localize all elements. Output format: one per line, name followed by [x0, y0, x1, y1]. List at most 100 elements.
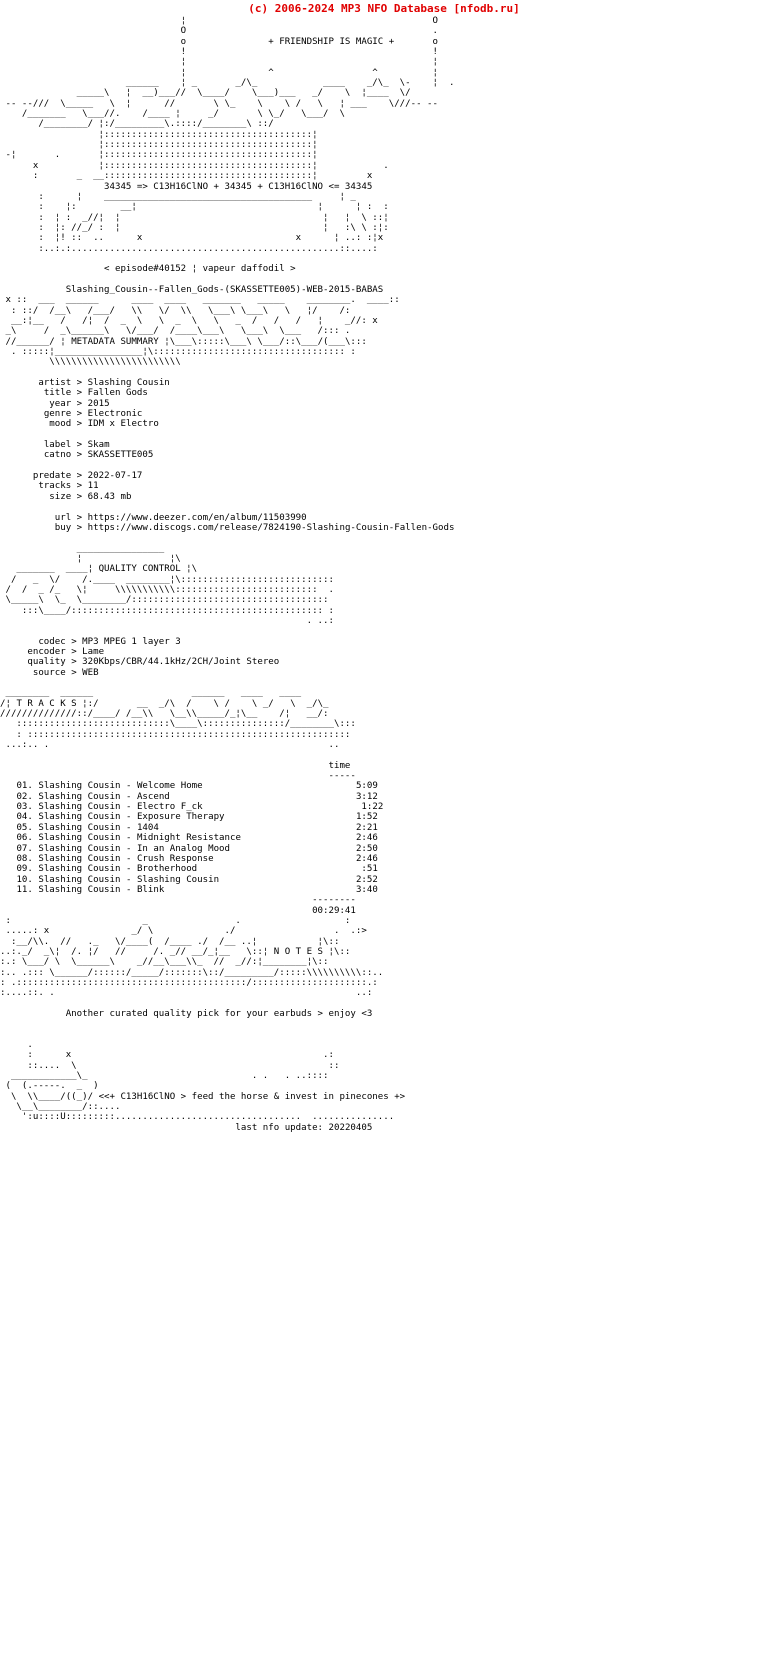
track-dash: - [125, 812, 132, 823]
formula-text: 34345 => C13H16ClNO + 34345 + C13H16ClNO… [104, 181, 373, 192]
meta-label-label: label [43, 440, 72, 451]
meta-value-mood: IDM x Electro [87, 419, 159, 430]
nfodb-banner: (c) 2006-2024 MP3 NFO Database [nfodb.ru… [248, 2, 520, 15]
track-artist: Slashing Cousin [38, 853, 121, 864]
quality-fields: codec > MP3 MPEG 1 layer 3 encoder > Lam… [0, 626, 768, 678]
track-title: Midnight Resistance [136, 833, 241, 844]
quality-label-quality: quality [27, 657, 66, 668]
meta-sep: > [76, 522, 83, 533]
quality-value-source: WEB [82, 667, 99, 678]
total-time: 00:29:41 [312, 905, 356, 916]
quality-sep: > [71, 657, 77, 668]
last-update-value: 20220405 [328, 1122, 373, 1133]
track-artist: Slashing Cousin [38, 812, 121, 823]
quality-sep: > [71, 646, 77, 657]
meta-value-catno: SKASSETTE005 [87, 450, 154, 461]
meta-value-artist: Slashing Cousin [87, 378, 170, 389]
quality-label-codec: codec [38, 636, 66, 647]
meta-label-buy: buy [54, 522, 72, 533]
track-dash: - [125, 833, 132, 844]
track-artist: Slashing Cousin [38, 874, 121, 885]
track-artist: Slashing Cousin [38, 781, 121, 792]
track-num: 01. [16, 781, 33, 792]
track-time: 5:09 [355, 781, 378, 792]
meta-label-year: year [49, 398, 72, 409]
meta-sep: > [76, 450, 83, 461]
meta-value-label: Skam [87, 440, 110, 451]
meta-label-tracks: tracks [38, 481, 72, 492]
track-artist: Slashing Cousin [38, 791, 121, 802]
track-num: 08. [16, 853, 33, 864]
nfo-page: (c) 2006-2024 MP3 NFO Database [nfodb.ru… [0, 0, 768, 1656]
meta-value-genre: Electronic [87, 409, 143, 420]
metadata-section-art: x :: ___ ______ ____ ____ _______ _____ … [5, 295, 400, 368]
track-dash: - [125, 791, 132, 802]
meta-value-buy[interactable]: https://www.discogs.com/release/7824190-… [88, 523, 455, 533]
track-num: 06. [16, 833, 33, 844]
meta-sep: > [76, 481, 83, 492]
meta-label-predate: predate [32, 471, 72, 482]
track-title: Welcome Home [136, 781, 203, 792]
quality-sep: > [71, 636, 77, 647]
quality-label-source: source [32, 667, 66, 678]
quality-label-encoder: encoder [27, 646, 66, 657]
meta-sep: > [76, 378, 83, 389]
track-time: 2:46 [355, 853, 378, 864]
track-dash: - [125, 843, 132, 854]
track-artist: Slashing Cousin [38, 843, 121, 854]
notes-body: Another curated quality pick for your ea… [0, 999, 768, 1020]
track-title: 1404 [136, 822, 159, 833]
track-num: 07. [16, 843, 33, 854]
track-artist: Slashing Cousin [38, 864, 121, 875]
track-num: 10. [16, 874, 33, 885]
track-artist: Slashing Cousin [38, 802, 121, 813]
track-artist: Slashing Cousin [38, 822, 121, 833]
track-num: 11. [16, 884, 33, 895]
formula-line: 34345 => C13H16ClNO + 34345 + C13H16ClNO… [0, 182, 768, 192]
meta-value-url[interactable]: https://www.deezer.com/en/album/11503990 [88, 513, 307, 523]
track-dash: - [125, 781, 132, 792]
track-num: 04. [16, 812, 33, 823]
time-rule: ----- [328, 771, 356, 782]
track-time: 1:52 [355, 812, 378, 823]
track-dash: - [125, 822, 132, 833]
meta-sep: > [76, 440, 83, 451]
meta-value-size: 68.43 mb [87, 491, 132, 502]
meta-sep: > [76, 388, 83, 399]
quality-value-encoder: Lame [82, 646, 105, 657]
footer-signature: <<+ C13H16ClNO > feed the horse & invest… [98, 1091, 406, 1102]
track-time: 2:52 [355, 874, 378, 885]
header-ascii-art: ¦ O O . o + FRIENDSHIP IS MAGIC + o ! ! … [5, 16, 455, 182]
last-update-label: last nfo update: [235, 1122, 324, 1133]
track-title: Ascend [136, 791, 170, 802]
track-num: 02. [16, 791, 33, 802]
track-dash: - [125, 884, 132, 895]
meta-sep: > [76, 491, 83, 502]
track-time: 2:46 [355, 833, 378, 844]
quality-sep: > [71, 667, 77, 678]
quality-value-quality: 320Kbps/CBR/44.1kHz/2CH/Joint Stereo [82, 657, 280, 668]
track-time: 3:40 [355, 884, 378, 895]
meta-sep: > [76, 512, 83, 523]
metadata-title: METADATA SUMMARY [71, 336, 159, 347]
track-artist: Slashing Cousin [38, 884, 121, 895]
quality-title: QUALITY CONTROL [98, 564, 181, 575]
meta-label-mood: mood [49, 419, 72, 430]
tracks-title: T R A C K S [16, 698, 77, 709]
header-ascii-art-lower: : ¦ ____________________________________… [38, 191, 389, 254]
footer-ascii-art: . : x .: ::.... \ :: ____________\_ . . … [5, 1040, 406, 1123]
track-dash: - [125, 802, 132, 813]
notes-text: Another curated quality pick for your ea… [65, 1009, 373, 1019]
episode-line: < episode#40152 ¦ vapeur daffodil > Slas… [0, 254, 768, 295]
track-num: 09. [16, 864, 33, 875]
meta-label-url: url [54, 512, 72, 523]
track-dash: - [125, 864, 132, 875]
meta-value-tracks: 11 [87, 481, 99, 492]
time-header: time [328, 760, 351, 771]
track-title: In an Analog Mood [136, 843, 231, 854]
track-title: Blink [136, 884, 165, 895]
quality-section-art: ________________ ¦ ¦\ _______ ____¦ QUAL… [5, 543, 334, 626]
meta-value-title: Fallen Gods [87, 388, 148, 399]
track-time: 3:12 [355, 791, 378, 802]
meta-label-title: title [43, 388, 72, 399]
